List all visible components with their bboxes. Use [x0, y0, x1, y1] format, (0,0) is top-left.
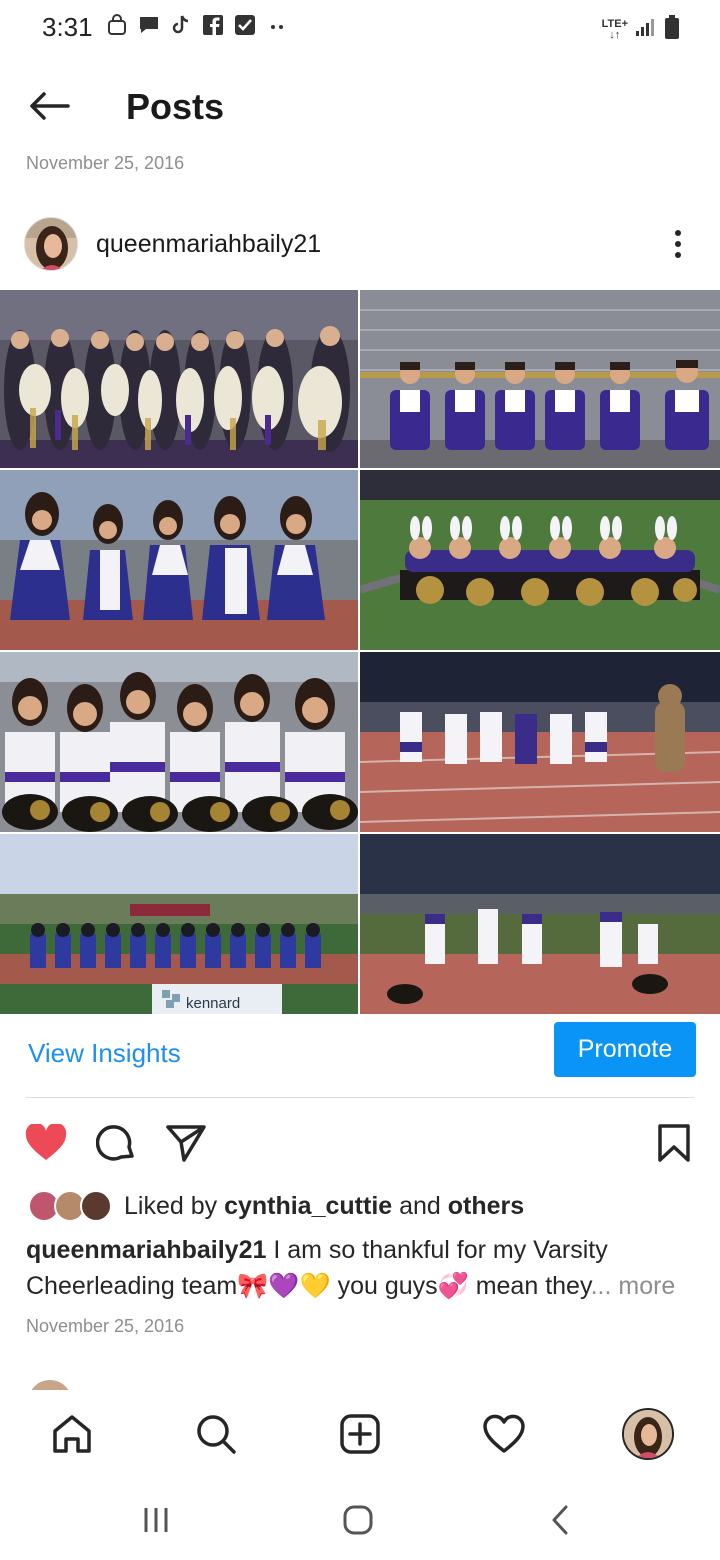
add-post-icon: [340, 1414, 380, 1454]
send-icon: [166, 1125, 206, 1162]
lte-icon: LTE+ ↓↑: [601, 17, 628, 41]
back-nav-icon: [552, 1505, 568, 1535]
photo-homecoming-mums: [0, 290, 358, 468]
next-post-avatar: [28, 1380, 72, 1390]
post-actions: [0, 1115, 720, 1171]
bottom-nav: [0, 1390, 720, 1476]
nav-activity[interactable]: [478, 1408, 530, 1460]
photo-cheer-stands: [360, 290, 720, 468]
arrow-left-icon: [30, 92, 70, 120]
photo-cheer-night-field: [360, 834, 720, 1014]
comment-icon: [96, 1125, 134, 1161]
notification-icons: [106, 14, 288, 36]
network-label: LTE+: [601, 17, 628, 30]
signal-icon: [634, 16, 658, 43]
chat-icon: [138, 14, 160, 36]
profile-avatar: [622, 1408, 674, 1460]
view-insights-link[interactable]: View Insights: [28, 1038, 181, 1069]
likes-row[interactable]: Liked by cynthia_cuttie and others: [26, 1186, 694, 1226]
liked-by-others[interactable]: others: [448, 1192, 524, 1220]
nav-search[interactable]: [190, 1408, 242, 1460]
nav-new-post[interactable]: [334, 1408, 386, 1460]
system-nav-bar: [0, 1476, 720, 1560]
post-caption: queenmariahbaily21 I am so thankful for …: [26, 1232, 694, 1304]
bag-icon: [106, 14, 128, 36]
save-button[interactable]: [652, 1121, 696, 1165]
liker-avatar: [80, 1190, 112, 1222]
check-icon: [234, 14, 256, 36]
liked-by-text: Liked by cynthia_cuttie and others: [124, 1192, 524, 1221]
back-system-button[interactable]: [540, 1500, 580, 1540]
post-options-button[interactable]: [664, 226, 692, 262]
promote-button[interactable]: Promote: [554, 1022, 696, 1077]
recent-apps-icon: [144, 1508, 168, 1532]
more-vertical-icon: [675, 230, 681, 258]
activity-heart-icon: [483, 1414, 525, 1453]
tiktok-icon: [170, 14, 192, 36]
like-button[interactable]: [24, 1121, 68, 1165]
home-system-button[interactable]: [338, 1500, 378, 1540]
battery-icon: [664, 14, 680, 45]
liked-by-user[interactable]: cynthia_cuttie: [224, 1192, 392, 1220]
back-button[interactable]: [26, 86, 72, 126]
facebook-icon: [202, 14, 224, 36]
post-username[interactable]: queenmariahbaily21: [96, 230, 321, 259]
photo-cheer-night-track: [360, 652, 720, 832]
share-button[interactable]: [164, 1121, 208, 1165]
photo-cheer-lineup: kennard: [0, 834, 358, 1014]
system-status-icons: LTE+ ↓↑: [602, 14, 680, 45]
section-date: November 25, 2016: [26, 153, 185, 173]
liked-by-and: and: [392, 1192, 448, 1220]
user-avatar[interactable]: [24, 217, 78, 271]
photo-cheer-pompoms: [0, 652, 358, 832]
photo-cheer-track: [0, 470, 358, 650]
status-time: 3:31: [42, 12, 93, 42]
status-bar: 3:31 LTE+ ↓↑: [0, 0, 720, 56]
post-photo-collage[interactable]: kennard: [0, 290, 720, 1014]
photo-cheer-field-lying: [360, 470, 720, 650]
page-title: Posts: [126, 86, 225, 127]
recent-apps-button[interactable]: [136, 1500, 176, 1540]
liked-by-prefix: Liked by: [124, 1192, 225, 1220]
bookmark-icon: [658, 1124, 690, 1162]
home-button-icon: [343, 1505, 373, 1535]
nav-home[interactable]: [46, 1408, 98, 1460]
post-date: November 25, 2016: [26, 1316, 185, 1336]
search-icon: [197, 1415, 236, 1454]
liker-avatars: [28, 1190, 112, 1222]
heart-filled-icon: [25, 1124, 67, 1160]
comment-button[interactable]: [94, 1121, 138, 1165]
home-icon: [53, 1415, 91, 1453]
caption-username[interactable]: queenmariahbaily21: [26, 1236, 266, 1264]
insights-row: View Insights Promote: [26, 1010, 696, 1098]
post-header: queenmariahbaily21: [0, 214, 720, 276]
caption-more-link[interactable]: ... more: [591, 1272, 676, 1300]
more-dots-icon: [266, 14, 288, 36]
page-header: Posts: [0, 72, 720, 142]
nav-profile[interactable]: [622, 1408, 674, 1460]
